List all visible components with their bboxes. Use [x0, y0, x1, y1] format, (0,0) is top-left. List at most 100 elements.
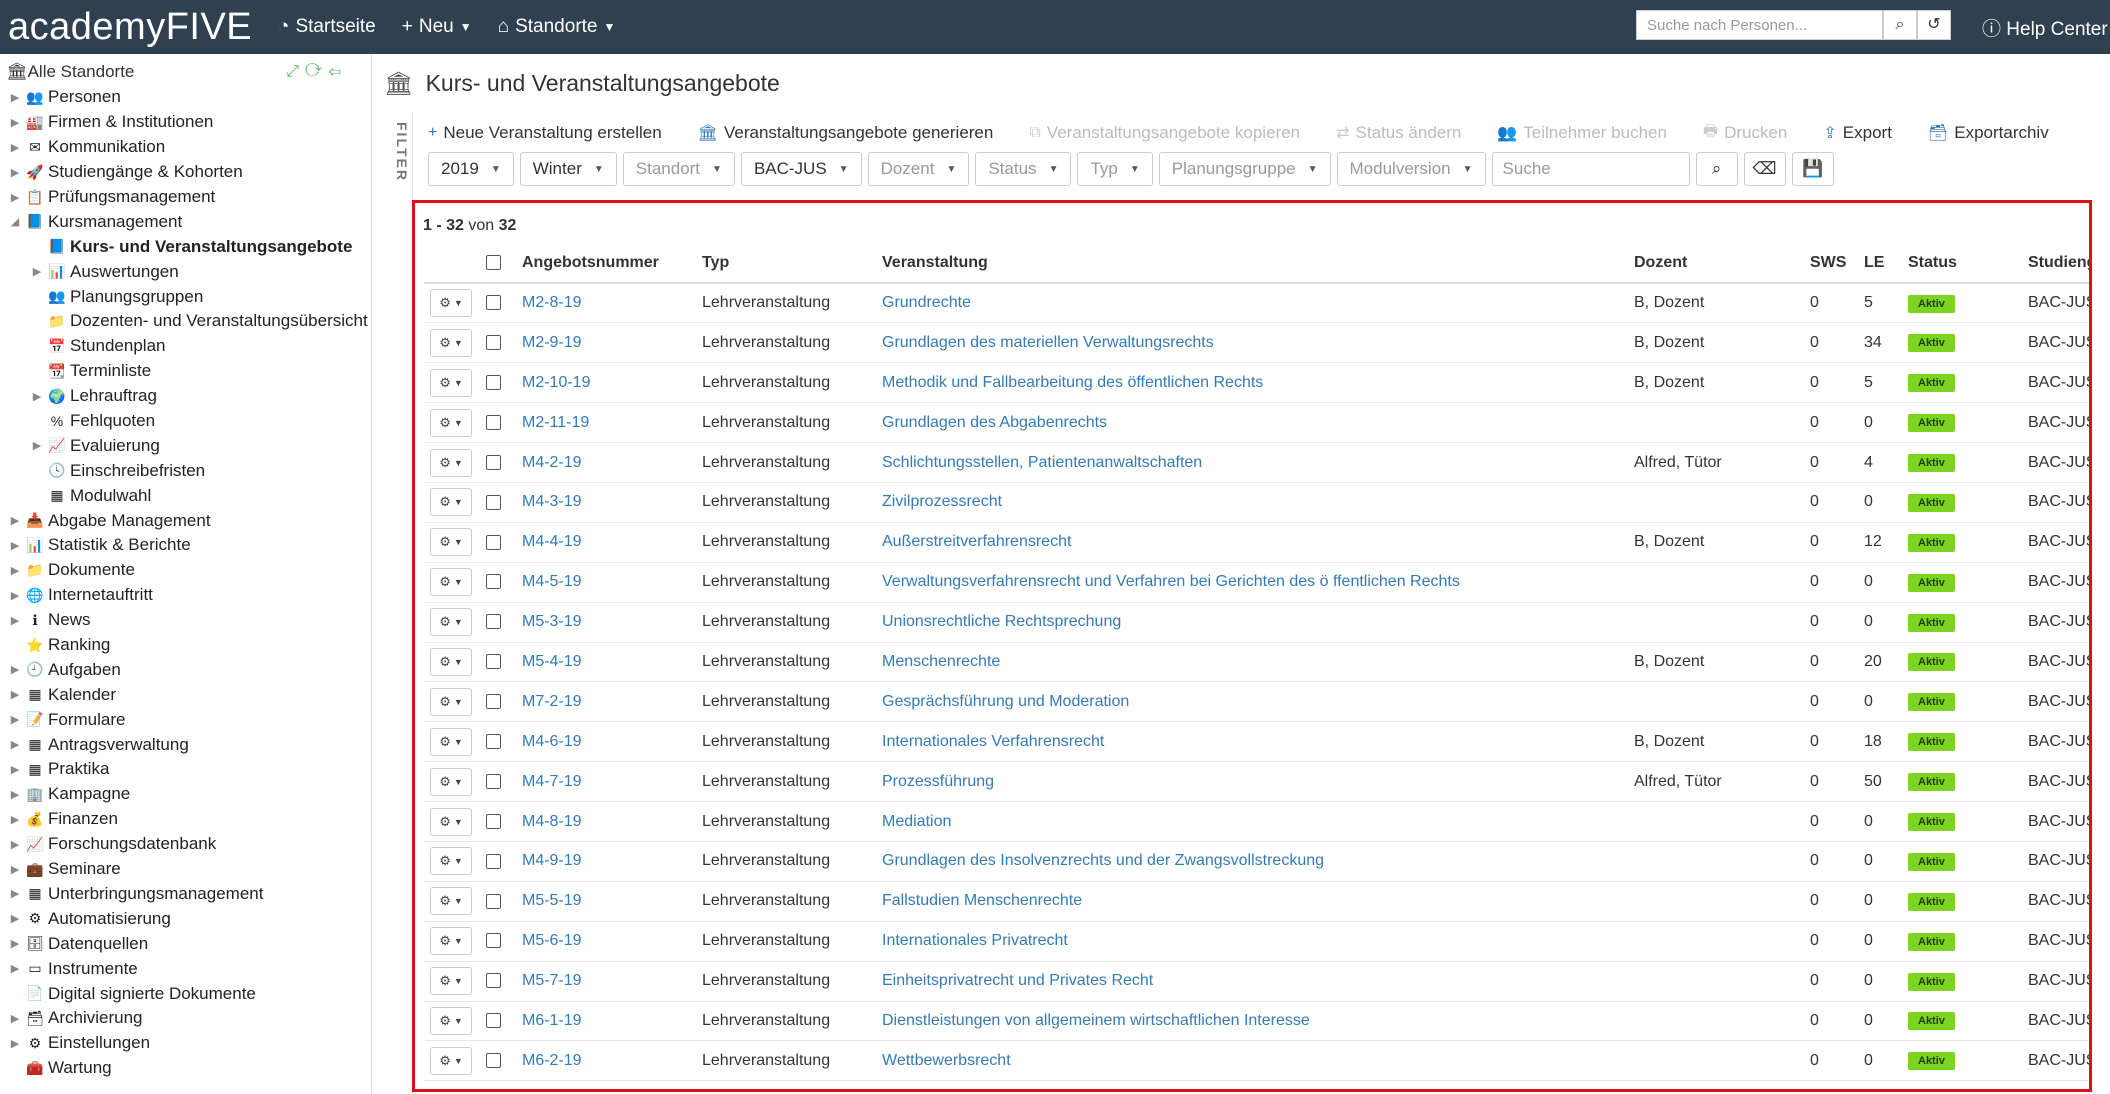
course-link[interactable]: Dienstleistungen von allgemeinem wirtsch…: [882, 1012, 1310, 1029]
sidebar-item[interactable]: ▶ 💰 Finanzen: [0, 807, 371, 832]
row-actions-dropdown[interactable]: ⚙ ▼: [430, 647, 472, 676]
offering-number-link[interactable]: M6-1-19: [522, 1012, 582, 1029]
offering-number-link[interactable]: M4-6-19: [522, 733, 582, 750]
header-veranstaltung[interactable]: Veranstaltung: [876, 243, 1628, 284]
expand-arrow-icon[interactable]: ▶: [8, 589, 22, 602]
offering-number-link[interactable]: M7-2-19: [522, 693, 582, 710]
sidebar-item[interactable]: ▶ 🏢 Kampagne: [0, 782, 371, 807]
filter-select[interactable]: Planungsgruppe ▼: [1158, 152, 1331, 186]
row-actions-dropdown[interactable]: ⚙ ▼: [430, 727, 472, 756]
expand-arrow-icon[interactable]: ▶: [8, 166, 22, 179]
offering-number-link[interactable]: M2-10-19: [522, 374, 590, 391]
course-link[interactable]: Außerstreitverfahrensrecht: [882, 533, 1071, 550]
course-link[interactable]: Grundrechte: [882, 294, 971, 311]
search-button[interactable]: ⌕: [1883, 10, 1917, 40]
offering-number-link[interactable]: M2-9-19: [522, 334, 582, 351]
course-link[interactable]: Einheitsprivatrecht und Privates Recht: [882, 972, 1153, 989]
sidebar-item[interactable]: ▦ Modulwahl: [0, 483, 371, 508]
sidebar-item[interactable]: 🕓 Einschreibefristen: [0, 458, 371, 483]
offering-number-link[interactable]: M4-8-19: [522, 813, 582, 830]
row-checkbox[interactable]: [486, 1013, 501, 1029]
sidebar-item[interactable]: ▶ 🗃 Archivierung: [0, 1006, 371, 1031]
expand-arrow-icon[interactable]: ▶: [8, 937, 22, 950]
expand-arrow-icon[interactable]: ▶: [30, 265, 44, 278]
filter-select[interactable]: Typ ▼: [1077, 152, 1153, 186]
row-checkbox[interactable]: [486, 534, 501, 550]
header-le[interactable]: LE: [1858, 243, 1902, 284]
sidebar-item[interactable]: ▶ 📋 Prüfungsmanagement: [0, 185, 371, 210]
history-button[interactable]: ↺: [1917, 10, 1951, 40]
expand-arrow-icon[interactable]: ▶: [30, 439, 44, 452]
row-actions-dropdown[interactable]: ⚙ ▼: [430, 767, 472, 796]
header-angebotsnummer[interactable]: Angebotsnummer: [516, 243, 696, 284]
sidebar-item[interactable]: ▶ ℹ News: [0, 608, 371, 633]
sidebar-item[interactable]: ▶ ⚙ Automatisierung: [0, 906, 371, 931]
row-actions-dropdown[interactable]: ⚙ ▼: [430, 887, 472, 916]
sidebar-item[interactable]: ▶ 📊 Auswertungen: [0, 259, 371, 284]
expand-arrow-icon[interactable]: ▶: [8, 738, 22, 751]
expand-arrow-icon[interactable]: ▶: [8, 564, 22, 577]
filter-select[interactable]: Status ▼: [975, 152, 1072, 186]
expand-arrow-icon[interactable]: ▶: [8, 863, 22, 876]
expand-arrow-icon[interactable]: ▶: [8, 116, 22, 129]
expand-arrow-icon[interactable]: ◢: [8, 215, 22, 228]
row-actions-dropdown[interactable]: ⚙ ▼: [430, 967, 472, 996]
collapse-icon[interactable]: ⇦: [328, 63, 347, 80]
expand-arrow-icon[interactable]: ▶: [8, 191, 22, 204]
sidebar-item[interactable]: ▶ ✉ Kommunikation: [0, 135, 371, 160]
row-checkbox[interactable]: [486, 853, 501, 869]
sidebar-item[interactable]: 📁 Dozenten- und Veranstaltungsübersicht: [0, 309, 371, 334]
expand-arrow-icon[interactable]: ▶: [8, 912, 22, 925]
tree-tools[interactable]: ⤢⟳⇦: [286, 63, 347, 81]
expand-arrow-icon[interactable]: ▶: [8, 887, 22, 900]
expand-arrow-icon[interactable]: ▶: [8, 1012, 22, 1025]
row-checkbox[interactable]: [486, 335, 501, 351]
sidebar-item[interactable]: ▶ 🕘 Aufgaben: [0, 657, 371, 682]
offering-number-link[interactable]: M4-9-19: [522, 852, 582, 869]
nav-startseite[interactable]: ◔ Startseite: [278, 16, 376, 38]
filter-select[interactable]: Winter ▼: [519, 152, 617, 186]
sidebar-item[interactable]: 👥 Planungsgruppen: [0, 284, 371, 309]
sidebar-item[interactable]: ▶ ⚙ Einstellungen: [0, 1031, 371, 1056]
sidebar-root[interactable]: 🏛 Alle Standorte ⤢⟳⇦: [0, 59, 371, 85]
action-button[interactable]: ⇪ Export: [1823, 123, 1892, 143]
sidebar-item[interactable]: ▶ 📁 Dokumente: [0, 558, 371, 583]
expand-arrow-icon[interactable]: ▶: [8, 539, 22, 552]
sidebar-item[interactable]: ▶ ▦ Antragsverwaltung: [0, 732, 371, 757]
course-link[interactable]: Internationales Verfahrensrecht: [882, 733, 1104, 750]
offering-number-link[interactable]: M2-8-19: [522, 294, 582, 311]
header-studiengang[interactable]: Studiengang: [2022, 243, 2089, 284]
expand-arrow-icon[interactable]: ▶: [8, 962, 22, 975]
apply-search-button[interactable]: ⌕: [1695, 152, 1738, 186]
row-actions-dropdown[interactable]: ⚙ ▼: [430, 1006, 472, 1035]
row-actions-dropdown[interactable]: ⚙ ▼: [430, 289, 472, 318]
expand-arrow-icon[interactable]: ▶: [8, 713, 22, 726]
offering-number-link[interactable]: M5-4-19: [522, 653, 582, 670]
row-actions-dropdown[interactable]: ⚙ ▼: [430, 368, 472, 397]
select-all-checkbox[interactable]: [486, 254, 501, 270]
row-checkbox[interactable]: [486, 933, 501, 949]
sidebar-item[interactable]: 📘 Kurs- und Veranstaltungsangebote: [0, 234, 371, 259]
row-checkbox[interactable]: [486, 454, 501, 470]
filter-select[interactable]: Standort ▼: [622, 152, 735, 186]
course-link[interactable]: Mediation: [882, 813, 951, 830]
offering-number-link[interactable]: M5-3-19: [522, 613, 582, 630]
sidebar-item[interactable]: ▶ 🗄 Datenquellen: [0, 931, 371, 956]
header-status[interactable]: Status: [1902, 243, 2022, 284]
filter-select[interactable]: BAC-JUS ▼: [740, 152, 862, 186]
sidebar-item[interactable]: ▶ 🏭 Firmen & Institutionen: [0, 110, 371, 135]
row-actions-dropdown[interactable]: ⚙ ▼: [430, 528, 472, 557]
refresh-icon[interactable]: ⟳: [305, 63, 328, 80]
sidebar-item[interactable]: 📄 Digital signierte Dokumente: [0, 981, 371, 1006]
course-link[interactable]: Menschenrechte: [882, 653, 1000, 670]
sidebar-item[interactable]: ▶ 🌍 Lehrauftrag: [0, 384, 371, 409]
row-checkbox[interactable]: [486, 1053, 501, 1069]
offering-number-link[interactable]: M4-4-19: [522, 533, 582, 550]
sidebar-item[interactable]: ▶ ▦ Kalender: [0, 682, 371, 707]
sidebar-item[interactable]: ▶ 💼 Seminare: [0, 857, 371, 882]
row-checkbox[interactable]: [486, 374, 501, 390]
sidebar-item[interactable]: ⭐ Ranking: [0, 633, 371, 658]
filter-select[interactable]: Modulversion ▼: [1336, 152, 1486, 186]
offering-number-link[interactable]: M4-3-19: [522, 493, 582, 510]
expand-arrow-icon[interactable]: ▶: [8, 838, 22, 851]
